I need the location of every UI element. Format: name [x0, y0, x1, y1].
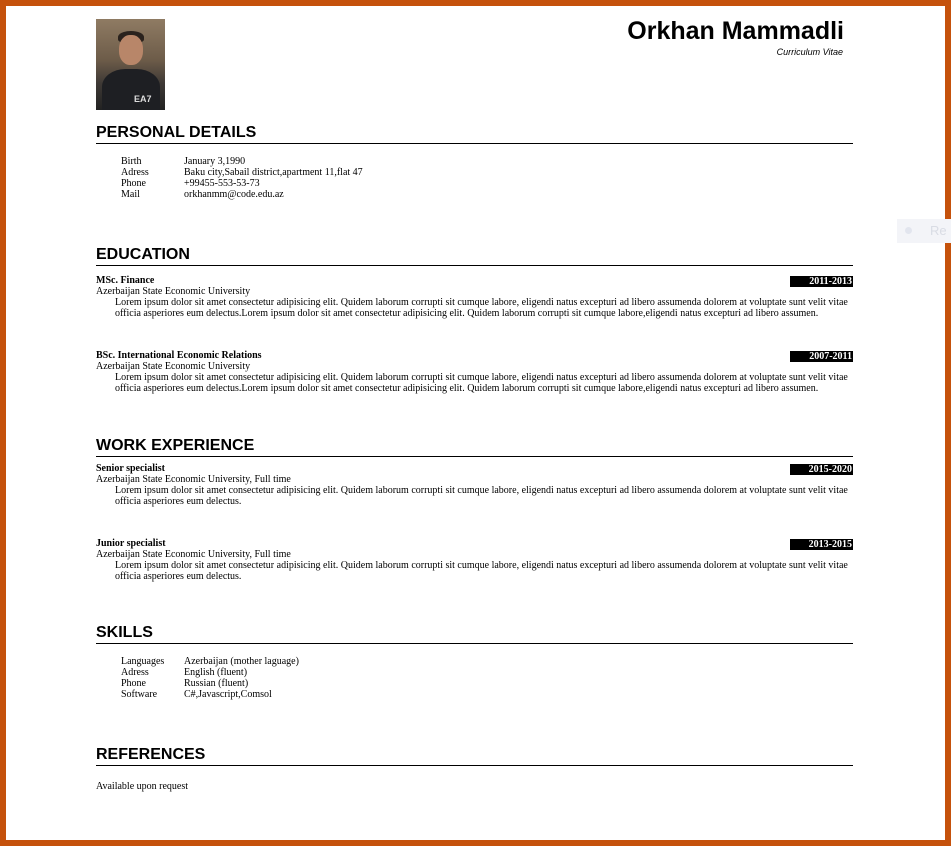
skill-row: Software C#,Javascript,Comsol	[121, 689, 299, 700]
skill-value: Russian (fluent)	[184, 678, 249, 689]
date-badge: 2011-2013	[790, 276, 853, 287]
education-degree: MSc. Finance	[96, 275, 155, 286]
work-role: Senior specialist	[96, 463, 165, 474]
personal-row: Mail orkhanmm@code.edu.az	[121, 189, 363, 200]
cv-name: Orkhan Mammadli	[627, 17, 844, 45]
personal-key: Birth	[121, 156, 142, 167]
photo-face	[119, 35, 143, 65]
education-org: Azerbaijan State Economic University	[96, 286, 251, 297]
widget-label: Re	[930, 223, 947, 238]
work-org: Azerbaijan State Economic University, Fu…	[96, 474, 291, 485]
personal-key: Adress	[121, 167, 149, 178]
education-description: Lorem ipsum dolor sit amet consectetur a…	[115, 297, 848, 319]
education-description: Lorem ipsum dolor sit amet consectetur a…	[115, 372, 848, 394]
education-entry: BSc. International Economic Relations 20…	[96, 350, 853, 394]
work-description: Lorem ipsum dolor sit amet consectetur a…	[115, 485, 848, 507]
work-org: Azerbaijan State Economic University, Fu…	[96, 549, 291, 560]
section-title-work: WORK EXPERIENCE	[96, 437, 853, 457]
section-title-references: REFERENCES	[96, 746, 853, 766]
skill-key: Languages	[121, 656, 165, 667]
date-badge: 2007-2011	[790, 351, 853, 362]
work-description: Lorem ipsum dolor sit amet consectetur a…	[115, 560, 848, 582]
skill-row: Adress English (fluent)	[121, 667, 299, 678]
skill-key: Adress	[121, 667, 149, 678]
personal-row: Birth January 3,1990	[121, 156, 363, 167]
education-degree: BSc. International Economic Relations	[96, 350, 262, 361]
date-badge: 2013-2015	[790, 539, 853, 550]
work-entry: Senior specialist 2015-2020 Azerbaijan S…	[96, 463, 853, 507]
personal-details-list: Birth January 3,1990 Adress Baku city,Sa…	[121, 156, 363, 200]
personal-value: January 3,1990	[184, 156, 246, 167]
personal-row: Adress Baku city,Sabail district,apartme…	[121, 167, 363, 178]
skills-list: Languages Azerbaijan (mother laguage) Ad…	[121, 656, 299, 700]
education-org: Azerbaijan State Economic University	[96, 361, 251, 372]
photo-logo: EA7	[134, 94, 152, 104]
widget-dot-icon	[905, 227, 912, 234]
work-role: Junior specialist	[96, 538, 166, 549]
work-entry: Junior specialist 2013-2015 Azerbaijan S…	[96, 538, 853, 582]
skill-value: C#,Javascript,Comsol	[184, 689, 272, 700]
personal-row: Phone +99455-553-53-73	[121, 178, 363, 189]
section-title-personal: PERSONAL DETAILS	[96, 124, 853, 144]
profile-photo: EA7	[96, 19, 165, 110]
section-title-skills: SKILLS	[96, 624, 853, 644]
personal-key: Mail	[121, 189, 140, 200]
personal-value: +99455-553-53-73	[184, 178, 260, 189]
skill-row: Phone Russian (fluent)	[121, 678, 299, 689]
skill-key: Software	[121, 689, 158, 700]
references-text: Available upon request	[96, 781, 189, 792]
cv-subtitle: Curriculum Vitae	[776, 47, 843, 57]
section-title-education: EDUCATION	[96, 246, 853, 266]
skill-value: Azerbaijan (mother laguage)	[184, 656, 299, 667]
education-entry: MSc. Finance 2011-2013 Azerbaijan State …	[96, 275, 853, 319]
personal-value: orkhanmm@code.edu.az	[184, 189, 284, 200]
skill-row: Languages Azerbaijan (mother laguage)	[121, 656, 299, 667]
floating-widget[interactable]: Re	[897, 219, 951, 243]
skill-value: English (fluent)	[184, 667, 248, 678]
date-badge: 2015-2020	[790, 464, 853, 475]
personal-key: Phone	[121, 178, 146, 189]
skill-key: Phone	[121, 678, 146, 689]
personal-value: Baku city,Sabail district,apartment 11,f…	[184, 167, 363, 178]
